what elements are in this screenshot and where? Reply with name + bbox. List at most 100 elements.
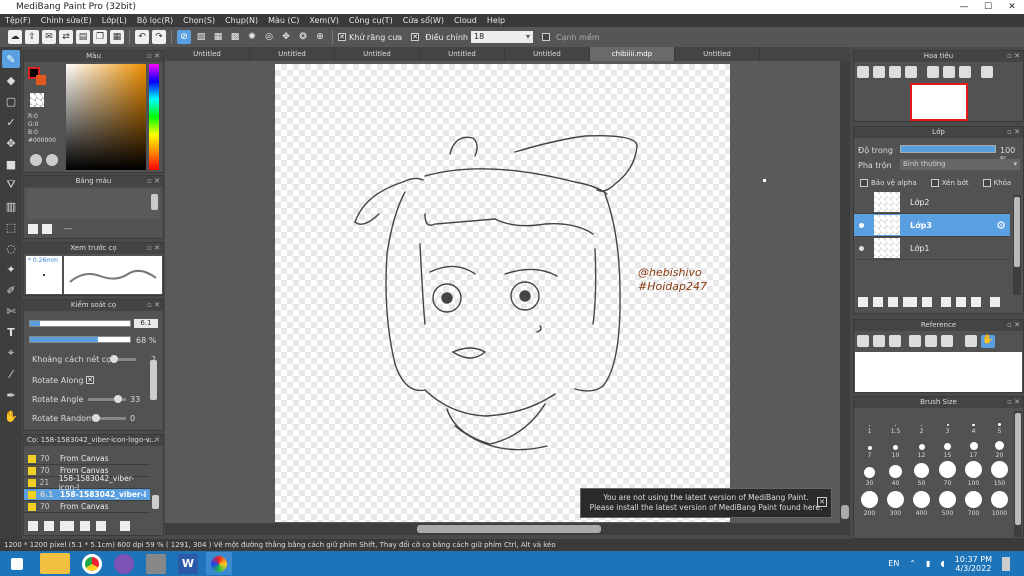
menu-view[interactable]: Xem(V) bbox=[304, 16, 344, 25]
notification-icon[interactable] bbox=[1002, 556, 1010, 571]
update-notice[interactable]: You are not using the latest version of … bbox=[580, 488, 832, 518]
rect-select-icon[interactable]: ▢ bbox=[2, 92, 20, 110]
brush-size-slider[interactable] bbox=[29, 320, 131, 327]
tab-untitled-4[interactable]: Untitled bbox=[420, 47, 505, 61]
lasso-icon[interactable]: ◌ bbox=[2, 239, 20, 257]
ref-cloud-icon[interactable] bbox=[857, 335, 869, 347]
ref-close-icon[interactable] bbox=[889, 335, 901, 347]
brush-control-scrollbar[interactable] bbox=[150, 360, 157, 400]
tab-untitled-6[interactable]: Untitled bbox=[675, 47, 760, 61]
comment-icon[interactable]: ✉ bbox=[42, 30, 56, 44]
share-icon[interactable]: ⇄ bbox=[59, 30, 73, 44]
pen-icon[interactable]: ✒ bbox=[2, 386, 20, 404]
brush-size-cell[interactable]: 700 bbox=[961, 487, 986, 517]
palette-add-icon[interactable] bbox=[28, 224, 38, 234]
list-item-selected[interactable]: 6.1 158-1583042_viber-i bbox=[24, 489, 150, 501]
word-icon[interactable]: W bbox=[178, 553, 198, 574]
layer-add-icon[interactable] bbox=[858, 297, 868, 307]
layer-opacity-slider[interactable] bbox=[900, 145, 996, 153]
tab-untitled-5[interactable]: Untitled bbox=[505, 47, 590, 61]
brush-size-cell[interactable]: 15 bbox=[935, 435, 960, 459]
layer-clear-icon[interactable] bbox=[971, 297, 981, 307]
upload-icon[interactable]: ⇪ bbox=[25, 30, 39, 44]
protect-alpha-toggle[interactable]: Bảo vệ alpha bbox=[860, 179, 917, 187]
tab-untitled-1[interactable]: Untitled bbox=[165, 47, 250, 61]
nav-reset-icon[interactable] bbox=[943, 66, 955, 78]
menu-help[interactable]: Help bbox=[482, 16, 510, 25]
brush-opacity-slider[interactable] bbox=[29, 336, 131, 343]
nav-rotate-right-icon[interactable] bbox=[959, 66, 971, 78]
brush-size-cell[interactable]: 20 bbox=[987, 435, 1012, 459]
snap-radial-icon[interactable]: ✺ bbox=[245, 30, 259, 44]
input-language[interactable]: EN bbox=[888, 559, 899, 568]
transparent-color[interactable] bbox=[30, 93, 44, 107]
brush-option-icon[interactable] bbox=[60, 521, 74, 531]
reference-view[interactable] bbox=[855, 352, 1022, 392]
clock[interactable]: 10:37 PM 4/3/2022 bbox=[955, 555, 992, 573]
brush-list-scrollbar[interactable] bbox=[152, 495, 159, 509]
text-tool-icon[interactable]: T bbox=[2, 323, 20, 341]
menu-window[interactable]: Cửa sổ(W) bbox=[398, 16, 449, 25]
copy-icon[interactable]: ❐ bbox=[93, 30, 107, 44]
menu-snap[interactable]: Chụp(N) bbox=[220, 16, 263, 25]
hand-icon[interactable]: ✋ bbox=[2, 407, 20, 425]
close-button[interactable]: ✕ bbox=[1000, 0, 1024, 14]
antialias-checkbox[interactable]: ✕ bbox=[338, 33, 346, 41]
chrome-icon[interactable] bbox=[82, 553, 102, 574]
layer-add-halftone-icon[interactable] bbox=[903, 297, 917, 307]
brush-tool-icon[interactable]: ✎ bbox=[2, 50, 20, 68]
hue-slider[interactable] bbox=[149, 64, 159, 170]
nav-rotate-left-icon[interactable] bbox=[927, 66, 939, 78]
move-tool-icon[interactable]: ✥ bbox=[2, 134, 20, 152]
eraser-tool-icon[interactable]: ◆ bbox=[2, 71, 20, 89]
document-icon[interactable]: ▤ bbox=[76, 30, 90, 44]
panel-options-icon[interactable]: ▫ ✕ bbox=[147, 51, 160, 62]
snap-off-icon[interactable]: ⊘ bbox=[177, 30, 191, 44]
page-icon[interactable]: ▦ bbox=[110, 30, 124, 44]
spacing-slider[interactable] bbox=[110, 355, 136, 363]
maximize-button[interactable]: ☐ bbox=[976, 0, 1000, 14]
minimize-button[interactable]: — bbox=[952, 0, 976, 14]
brush-size-cell[interactable]: 50 bbox=[909, 459, 934, 487]
tab-chibiiii[interactable]: chibiiii.mdp bbox=[590, 47, 675, 61]
layer-scrollbar[interactable] bbox=[1013, 195, 1021, 295]
notice-close-icon[interactable]: ✕ bbox=[817, 497, 827, 507]
palette-delete-icon[interactable] bbox=[42, 224, 52, 234]
start-button[interactable] bbox=[0, 551, 34, 576]
brush-size-cell[interactable]: 2 bbox=[909, 411, 934, 435]
select-icon[interactable]: ⬚ bbox=[2, 218, 20, 236]
rotate-random-slider[interactable] bbox=[92, 414, 126, 422]
medibang-icon[interactable] bbox=[206, 552, 232, 575]
brush-size-cell[interactable]: 100 bbox=[961, 459, 986, 487]
layer-row-lop3[interactable]: Lớp3 ⚙ bbox=[854, 214, 1010, 237]
canvas-horizontal-scrollbar[interactable] bbox=[165, 523, 850, 535]
brush-size-cell[interactable]: 3 bbox=[935, 411, 960, 435]
nav-flip-icon[interactable] bbox=[981, 66, 993, 78]
tray-chevron-icon[interactable]: ⌃ bbox=[909, 559, 916, 568]
ref-zoom-out-icon[interactable] bbox=[941, 335, 953, 347]
layer-duplicate-icon[interactable] bbox=[941, 297, 951, 307]
lock-toggle[interactable]: Khóa bbox=[982, 179, 1011, 187]
brush-size-cell[interactable]: 12 bbox=[909, 435, 934, 459]
nav-zoom-in-icon[interactable] bbox=[857, 66, 869, 78]
background-color[interactable] bbox=[36, 75, 46, 85]
layer-row-lop2[interactable]: Lớp2 bbox=[854, 191, 1010, 214]
explorer-icon[interactable] bbox=[40, 553, 70, 574]
smooth-checkbox[interactable] bbox=[541, 33, 550, 41]
brush-copy-icon[interactable] bbox=[80, 521, 90, 531]
menu-layer[interactable]: Lớp(L) bbox=[97, 16, 132, 25]
canvas-area[interactable]: @hebishivo #Hoidap247 bbox=[165, 61, 850, 523]
undo-icon[interactable]: ↶ bbox=[135, 30, 149, 44]
brush-size-cell[interactable]: 40 bbox=[883, 459, 908, 487]
palette-area[interactable] bbox=[26, 189, 160, 219]
list-item[interactable]: 70 From Canvas bbox=[24, 453, 150, 465]
brush-size-cell[interactable]: 5 bbox=[987, 411, 1012, 435]
brush-size-cell[interactable]: 4 bbox=[961, 411, 986, 435]
layer-add-1bit-icon[interactable] bbox=[888, 297, 898, 307]
antialias-toggle[interactable]: ✕ Khử răng cưa bbox=[338, 33, 402, 42]
layer-add-8bit-icon[interactable] bbox=[873, 297, 883, 307]
brush-size-cell[interactable]: 200 bbox=[857, 487, 882, 517]
select-eraser-icon[interactable]: ✄ bbox=[2, 302, 20, 320]
redo-icon[interactable]: ↷ bbox=[152, 30, 166, 44]
network-icon[interactable]: ▮ bbox=[926, 559, 930, 568]
